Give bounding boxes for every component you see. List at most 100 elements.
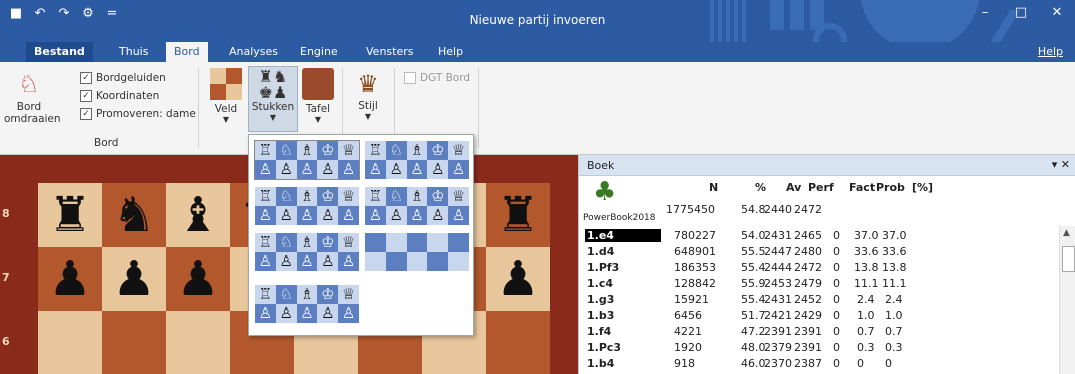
black-pawn-icon[interactable]: ♟: [486, 247, 550, 311]
table-row[interactable]: 1.Pf3 186353 55.4 2444 2472 0 13.8 13.8: [579, 261, 1059, 277]
tafel-button[interactable]: Tafel ▼: [298, 68, 338, 124]
flip-board-icon: ♘: [18, 70, 40, 98]
stukken-button[interactable]: ♜♞ ♚♟ Stukken ▼: [248, 66, 298, 132]
checkbox-box: [404, 72, 416, 84]
white-pawn-icon: ♙: [255, 160, 276, 179]
maximize-button[interactable]: □: [1003, 0, 1039, 30]
column-header[interactable]: Perf: [808, 181, 834, 194]
tab-bestand[interactable]: Bestand: [26, 42, 93, 62]
cell-prob: 0.7: [857, 325, 875, 338]
cell-perf: 2429: [794, 309, 822, 322]
column-header[interactable]: %: [755, 181, 766, 194]
cell-perf: 2391: [794, 325, 822, 338]
white-pawn-icon: ♙: [275, 160, 297, 179]
cell-n: 128842: [674, 277, 716, 290]
cell-av: 2391: [764, 325, 792, 338]
white-king-icon: ♔: [317, 141, 339, 160]
piece-set-option[interactable]: ♖ ♘ ♗ ♔ ♕ ♙ ♙ ♙ ♙ ♙: [255, 285, 359, 323]
flip-board-button[interactable]: ♘ Bord omdraaien: [4, 68, 61, 125]
group-separator: [478, 68, 479, 148]
move-name: 1.f4: [587, 325, 612, 338]
column-header[interactable]: Prob: [876, 181, 905, 194]
table-row[interactable]: 1.f4 4221 47.2 2391 2391 0 0.7 0.7: [579, 325, 1059, 341]
black-pawn-icon[interactable]: ♟: [166, 247, 230, 311]
cell-av: 2431: [764, 229, 792, 242]
tab-engine[interactable]: Engine: [300, 42, 338, 62]
black-rook-icon[interactable]: ♜: [38, 183, 102, 247]
cell-pct: 55.5: [741, 245, 766, 258]
veld-button[interactable]: Veld ▼: [206, 68, 246, 124]
cell-n: 918: [674, 357, 695, 370]
scroll-thumb[interactable]: [1062, 246, 1075, 272]
cell-pct: 54.0: [741, 229, 766, 242]
tab-help[interactable]: Help: [438, 42, 463, 62]
bordgeluiden-checkbox[interactable]: ✓ Bordgeluiden: [80, 72, 166, 84]
piece-set-option[interactable]: ♖ ♘ ♗ ♔ ♕ ♙ ♙ ♙ ♙ ♙: [254, 140, 360, 180]
cell-av: 2431: [764, 293, 792, 306]
rank-label: 6: [2, 335, 10, 348]
cell-fact: 0: [833, 341, 840, 354]
black-bishop-icon[interactable]: ♝: [166, 183, 230, 247]
table-row[interactable]: 1.e4 780227 54.0 2431 2465 0 37.0 37.0: [579, 229, 1059, 245]
column-header[interactable]: [%]: [912, 181, 933, 194]
piece-set-option[interactable]: ♖ ♘ ♗ ♔ ♕ ♙ ♙ ♙ ♙ ♙: [255, 233, 359, 271]
white-pawn-icon: ♙: [317, 160, 339, 179]
cell-fact: 0: [833, 309, 840, 322]
table-row[interactable]: 1.b3 6456 51.7 2421 2429 0 1.0 1.0: [579, 309, 1059, 325]
stijl-button[interactable]: ♛ Stijl ▼: [348, 68, 388, 121]
chevron-down-icon: ▼: [222, 115, 230, 124]
column-header[interactable]: Fact: [849, 181, 875, 194]
scroll-up-icon[interactable]: ▲: [1063, 228, 1070, 238]
cell-prob: 2.4: [857, 293, 875, 306]
black-pawn-icon[interactable]: ♟: [38, 247, 102, 311]
cell-p: 2.4: [885, 293, 903, 306]
cell-pct: 48.0: [741, 341, 766, 354]
checkbox-check-icon: ✓: [80, 90, 92, 102]
piece-set-option-empty[interactable]: [365, 233, 469, 271]
cell-fact: 0: [833, 277, 840, 290]
column-header[interactable]: N: [709, 181, 718, 194]
close-button[interactable]: ✕: [1039, 0, 1075, 30]
cell-perf: 2479: [794, 277, 822, 290]
help-link[interactable]: Help: [1038, 45, 1063, 58]
koordinaten-checkbox[interactable]: ✓ Koordinaten: [80, 90, 159, 102]
total-performance: 2472: [794, 203, 822, 216]
cell-av: 2447: [764, 245, 792, 258]
table-row[interactable]: 1.b4 918 46.0 2370 2387 0 0 0: [579, 357, 1059, 373]
book-panel-header: Boek ▾ ✕: [579, 155, 1075, 176]
total-percent: 54.8: [741, 203, 766, 216]
move-name: 1.c4: [587, 277, 614, 290]
table-row[interactable]: 1.d4 648901 55.5 2447 2480 0 33.6 33.6: [579, 245, 1059, 261]
tab-bord[interactable]: Bord: [166, 42, 208, 62]
panel-menu-close-icon[interactable]: ▾ ✕: [1052, 158, 1070, 171]
tab-analyses[interactable]: Analyses: [229, 42, 278, 62]
cell-av: 2444: [764, 261, 792, 274]
vertical-scrollbar[interactable]: ▲: [1059, 226, 1075, 374]
promoveren-checkbox[interactable]: ✓ Promoveren: dame: [80, 108, 196, 120]
window-title: Nieuwe partij invoeren: [469, 13, 606, 27]
table-row[interactable]: 1.g3 15921 55.4 2431 2452 0 2.4 2.4: [579, 293, 1059, 309]
cell-av: 2379: [764, 341, 792, 354]
piece-set-option[interactable]: ♖ ♘ ♗ ♔ ♕ ♙ ♙ ♙ ♙ ♙: [365, 187, 469, 225]
move-name: 1.g3: [587, 293, 615, 306]
white-knight-icon: ♘: [275, 141, 297, 160]
veld-icon: [210, 68, 242, 100]
table-row[interactable]: 1.c4 128842 55.9 2453 2479 0 11.1 11.1: [579, 277, 1059, 293]
minimize-button[interactable]: –: [967, 0, 1003, 30]
dgt-board-checkbox[interactable]: DGT Bord: [404, 72, 470, 84]
veld-label: Veld: [214, 103, 238, 115]
tab-vensters[interactable]: Vensters: [366, 42, 413, 62]
cell-p: 1.0: [885, 309, 903, 322]
flip-board-label-1: Bord: [16, 101, 42, 113]
tab-thuis[interactable]: Thuis: [119, 42, 148, 62]
column-header[interactable]: Av: [786, 181, 801, 194]
piece-set-option[interactable]: ♖ ♘ ♗ ♔ ♕ ♙ ♙ ♙ ♙ ♙: [255, 187, 359, 225]
black-knight-icon[interactable]: ♞: [102, 183, 166, 247]
black-pawn-icon[interactable]: ♟: [102, 247, 166, 311]
black-rook-icon[interactable]: ♜: [486, 183, 550, 247]
cell-fact: 0: [833, 229, 840, 242]
piece-set-option[interactable]: ♖ ♘ ♗ ♔ ♕ ♙ ♙ ♙ ♙ ♙: [365, 141, 469, 179]
checkbox-check-icon: ✓: [80, 108, 92, 120]
white-rook-icon: ♖: [255, 141, 276, 160]
table-row[interactable]: 1.Pc3 1920 48.0 2379 2391 0 0.3 0.3: [579, 341, 1059, 357]
